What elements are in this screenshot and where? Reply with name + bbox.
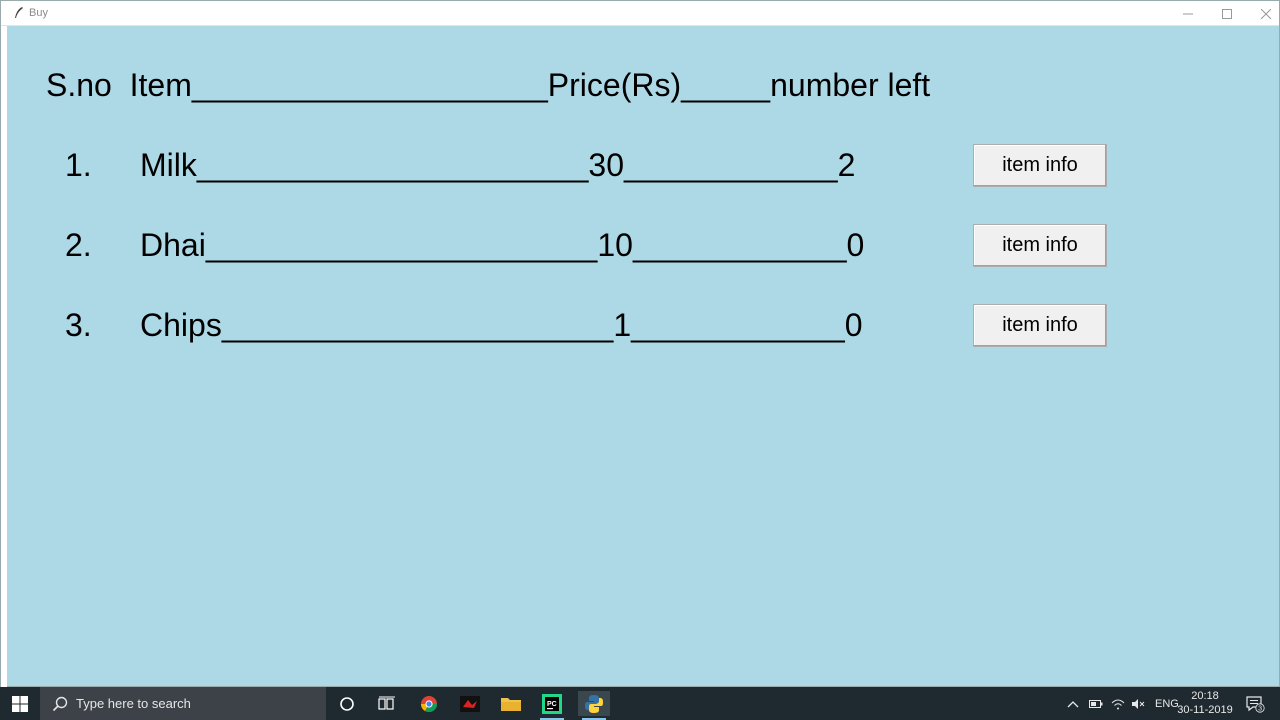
cortana-icon [340, 696, 354, 711]
maximize-button[interactable] [1208, 1, 1246, 26]
file-explorer-button[interactable] [495, 691, 527, 716]
item-serial-number: 1. [65, 147, 92, 183]
item-info-button-dhai[interactable]: item info [973, 224, 1107, 267]
taskbar-search-box[interactable]: Type here to search [40, 687, 326, 720]
task-view-icon [378, 696, 395, 710]
item-row-line: Milk______________________30____________… [140, 147, 856, 183]
clock-date: 30-11-2019 [1177, 704, 1233, 716]
svg-text:PC: PC [547, 701, 557, 708]
pycharm-icon: PC [542, 693, 562, 714]
maximize-icon [1222, 8, 1232, 19]
start-button[interactable] [0, 687, 40, 720]
item-info-button-chips[interactable]: item info [973, 304, 1107, 347]
minimize-icon [1183, 13, 1193, 14]
action-center-button[interactable]: 3 [1240, 691, 1270, 716]
game-app-button[interactable] [454, 691, 486, 716]
item-row-line: Dhai______________________10____________… [140, 227, 865, 263]
chrome-icon [420, 695, 438, 712]
battery-icon[interactable] [1089, 699, 1103, 709]
notification-count: 3 [1258, 705, 1262, 712]
search-placeholder: Type here to search [76, 696, 191, 711]
wifi-icon[interactable] [1111, 698, 1125, 710]
item-serial-number: 2. [65, 227, 92, 263]
taskbar-clock[interactable]: 20:18 30-11-2019 [1172, 689, 1238, 717]
task-view-button[interactable] [371, 691, 403, 716]
taskbar: Type here to search PC ENG 20:18 30-11-2… [0, 687, 1280, 720]
system-tray: ENG [1067, 687, 1179, 720]
volume-muted-icon[interactable] [1131, 698, 1145, 710]
item-info-button-milk[interactable]: item info [973, 144, 1107, 187]
chevron-up-icon[interactable] [1067, 699, 1079, 709]
window-left-border [1, 26, 7, 688]
game-app-icon [460, 695, 480, 712]
window-title: Buy [29, 7, 48, 19]
table-header: S.no Item____________________Price(Rs)__… [46, 67, 931, 103]
clock-time: 20:18 [1191, 690, 1219, 702]
close-icon [1261, 8, 1271, 19]
python-icon [585, 694, 603, 713]
file-explorer-icon [501, 697, 521, 711]
search-icon [52, 696, 68, 711]
item-serial-number: 3. [65, 307, 92, 343]
title-bar[interactable]: Buy [1, 1, 1279, 26]
item-row-line: Chips______________________1____________… [140, 307, 863, 343]
python-button[interactable] [578, 691, 610, 720]
windows-start-icon [12, 695, 28, 712]
close-button[interactable] [1247, 1, 1280, 26]
cortana-button[interactable] [331, 691, 363, 716]
pycharm-button[interactable]: PC [536, 691, 568, 720]
feather-icon [15, 7, 23, 18]
minimize-button[interactable] [1169, 1, 1207, 26]
notification-icon: 3 [1246, 695, 1265, 713]
chrome-button[interactable] [413, 691, 445, 716]
buy-window: Buy S.no Item____________________Price(R… [0, 0, 1280, 688]
